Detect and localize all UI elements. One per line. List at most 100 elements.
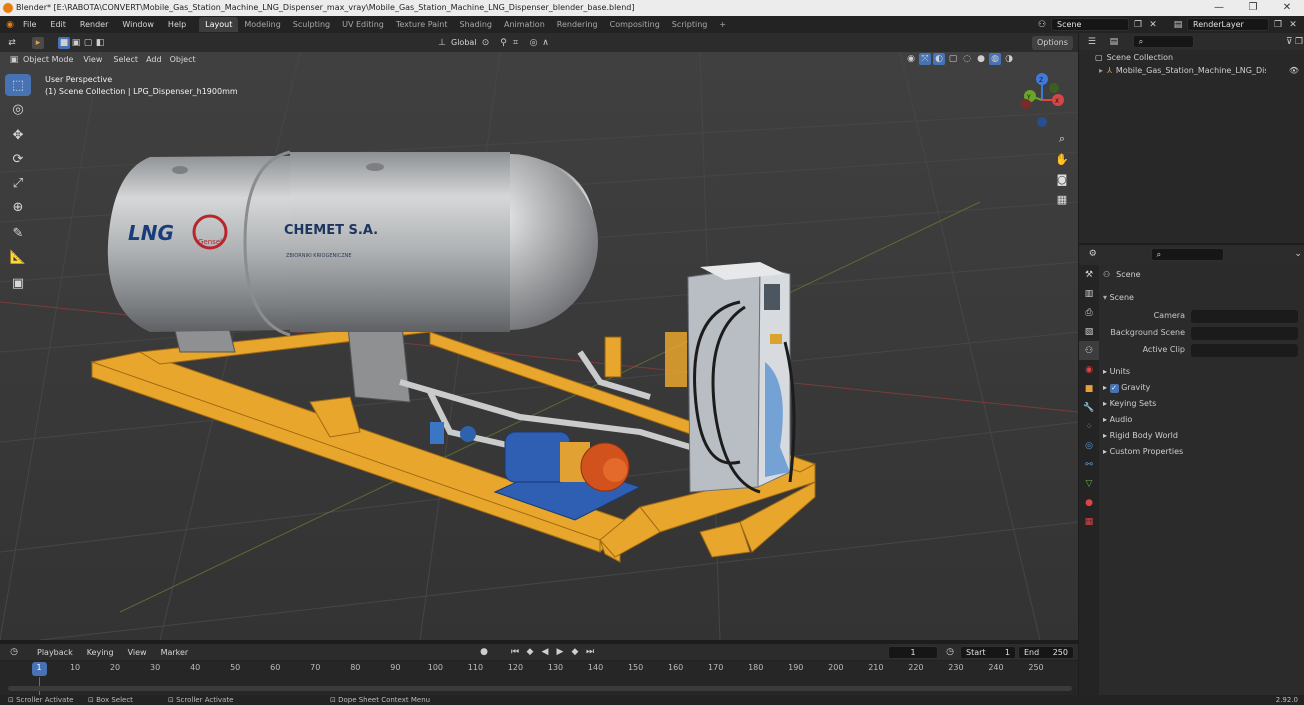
- tab-texture-paint[interactable]: Texture Paint: [390, 17, 454, 32]
- add-workspace-button[interactable]: +: [713, 17, 732, 32]
- proportional-edit-icon[interactable]: ◎: [528, 37, 540, 49]
- timeline-scrollbar[interactable]: [8, 686, 1072, 691]
- outliner-item[interactable]: ▸ ⅄ Mobile_Gas_Station_Machine_LNG_Dispe…: [1099, 66, 1299, 75]
- filter-icon[interactable]: ⊽: [1284, 36, 1294, 48]
- menu-keying[interactable]: Keying: [80, 644, 121, 661]
- zoom-icon[interactable]: ⌕: [1052, 129, 1072, 149]
- gravity-panel[interactable]: ▸ ✓ Gravity: [1103, 380, 1298, 395]
- ortho-grid-icon[interactable]: ▦: [1052, 189, 1072, 209]
- menu-playback[interactable]: Playback: [30, 644, 80, 661]
- display-mode-icon[interactable]: ▤: [1109, 36, 1119, 48]
- transform-tool-icon[interactable]: ⊕: [5, 196, 31, 218]
- play-reverse-icon[interactable]: ◀: [539, 646, 551, 658]
- output-tab-icon[interactable]: ⎙: [1079, 303, 1099, 322]
- data-tab-icon[interactable]: ▽: [1079, 474, 1099, 493]
- orientation-dropdown[interactable]: Global: [448, 34, 480, 51]
- camera-field[interactable]: [1191, 309, 1298, 323]
- material-shading-icon[interactable]: ◍: [989, 53, 1001, 65]
- new-collection-icon[interactable]: ❐: [1294, 36, 1304, 48]
- physics-tab-icon[interactable]: ◎: [1079, 436, 1099, 455]
- rendered-shading-icon[interactable]: ◑: [1003, 53, 1015, 65]
- custom-properties-panel[interactable]: ▸ Custom Properties: [1103, 444, 1298, 459]
- menu-window[interactable]: Window: [115, 16, 161, 33]
- end-frame-field[interactable]: End 250: [1018, 646, 1074, 659]
- modifier-tab-icon[interactable]: 🔧: [1079, 398, 1099, 417]
- preview-range-icon[interactable]: ◷: [944, 646, 956, 658]
- expand-arrow-icon[interactable]: ▸: [1099, 66, 1103, 75]
- keying-sets-panel[interactable]: ▸ Keying Sets: [1103, 396, 1298, 411]
- new-view-layer-icon[interactable]: ❐: [1272, 19, 1284, 31]
- start-frame-field[interactable]: Start 1: [960, 646, 1016, 659]
- move-tool-icon[interactable]: ✥: [5, 124, 31, 146]
- tool-tab-icon[interactable]: ⚒: [1079, 265, 1099, 284]
- cursor-tool-icon[interactable]: ◎: [5, 98, 31, 120]
- gravity-checkbox[interactable]: ✓: [1109, 384, 1119, 393]
- solid-shading-icon[interactable]: ●: [975, 53, 987, 65]
- select-mode-subtract-icon[interactable]: ▢: [82, 37, 94, 49]
- particles-tab-icon[interactable]: ⁘: [1079, 417, 1099, 436]
- menu-view[interactable]: View: [76, 51, 109, 68]
- close-button[interactable]: ✕: [1270, 0, 1304, 16]
- timeline-track-area[interactable]: [0, 677, 1078, 695]
- view-layer-icon[interactable]: ▤: [1172, 19, 1184, 31]
- options-button[interactable]: Options: [1032, 36, 1073, 50]
- scene-icon[interactable]: ⚇: [1036, 19, 1048, 31]
- timeline-editor-icon[interactable]: ◷: [8, 646, 20, 658]
- background-scene-field[interactable]: [1191, 326, 1298, 340]
- menu-render[interactable]: Render: [73, 16, 115, 33]
- pivot-icon[interactable]: ⊙: [480, 37, 492, 49]
- scene-panel-header[interactable]: ▾ Scene: [1103, 290, 1298, 305]
- render-tab-icon[interactable]: ▥: [1079, 284, 1099, 303]
- timeline-ruler[interactable]: 1 10 20 30 40 50 60 70 80 90 100 110 120 130 140 150 160…: [0, 661, 1078, 677]
- add-cube-tool-icon[interactable]: ▣: [5, 272, 31, 294]
- eye-visibility-icon[interactable]: 👁: [1289, 66, 1299, 75]
- delete-scene-icon[interactable]: ✕: [1147, 19, 1159, 31]
- object-mode-icon[interactable]: ▣: [8, 54, 20, 66]
- rigid-body-world-panel[interactable]: ▸ Rigid Body World: [1103, 428, 1298, 443]
- outliner-editor-icon[interactable]: ☰: [1087, 36, 1097, 48]
- tab-uv-editing[interactable]: UV Editing: [336, 17, 390, 32]
- record-icon[interactable]: ●: [478, 646, 490, 658]
- scale-tool-icon[interactable]: ⤢: [5, 172, 31, 194]
- active-clip-field[interactable]: [1191, 343, 1298, 357]
- menu-add[interactable]: Add: [142, 51, 166, 68]
- rotate-tool-icon[interactable]: ⟳: [5, 148, 31, 170]
- material-tab-icon[interactable]: ●: [1079, 493, 1099, 512]
- gizmo-toggle-icon[interactable]: ⤧: [919, 53, 931, 65]
- jump-start-icon[interactable]: ⏮: [509, 646, 521, 658]
- mode-dropdown[interactable]: Object Mode: [20, 51, 76, 68]
- tab-modeling[interactable]: Modeling: [238, 17, 286, 32]
- minimize-button[interactable]: —: [1202, 0, 1236, 16]
- tab-sculpting[interactable]: Sculpting: [287, 17, 336, 32]
- tab-layout[interactable]: Layout: [199, 17, 239, 32]
- audio-panel[interactable]: ▸ Audio: [1103, 412, 1298, 427]
- select-mode-new-icon[interactable]: ■: [58, 36, 70, 49]
- snap-icon[interactable]: ⚲: [498, 37, 510, 49]
- editor-type-icon[interactable]: ⇄: [6, 37, 18, 49]
- tab-animation[interactable]: Animation: [498, 17, 551, 32]
- menu-marker[interactable]: Marker: [154, 644, 196, 661]
- menu-object[interactable]: Object: [166, 51, 200, 68]
- measure-tool-icon[interactable]: 📐: [5, 246, 31, 268]
- current-frame-field[interactable]: 1: [888, 646, 938, 659]
- xray-icon[interactable]: ▢: [947, 53, 959, 65]
- world-tab-icon[interactable]: ◉: [1079, 360, 1099, 379]
- new-scene-icon[interactable]: ❐: [1132, 19, 1144, 31]
- view-layer-tab-icon[interactable]: ▧: [1079, 322, 1099, 341]
- maximize-button[interactable]: ❐: [1236, 0, 1270, 16]
- select-box-tool-icon[interactable]: ⬚: [5, 74, 31, 96]
- blender-menu-icon[interactable]: ◉: [4, 19, 16, 31]
- constraints-tab-icon[interactable]: ⚯: [1079, 455, 1099, 474]
- properties-editor-icon[interactable]: ⚙: [1087, 248, 1099, 260]
- wireframe-shading-icon[interactable]: ◌: [961, 53, 973, 65]
- next-keyframe-icon[interactable]: ◆: [569, 646, 581, 658]
- select-mode-extend-icon[interactable]: ▣: [70, 37, 82, 49]
- delete-view-layer-icon[interactable]: ✕: [1287, 19, 1299, 31]
- overlay-toggle-icon[interactable]: ◐: [933, 53, 945, 65]
- falloff-icon[interactable]: ∧: [540, 37, 552, 49]
- prev-keyframe-icon[interactable]: ◆: [524, 646, 536, 658]
- play-icon[interactable]: ▶: [554, 646, 566, 658]
- properties-search-input[interactable]: ⌕: [1150, 247, 1225, 261]
- jump-end-icon[interactable]: ⏭: [584, 646, 596, 658]
- tab-scripting[interactable]: Scripting: [666, 17, 714, 32]
